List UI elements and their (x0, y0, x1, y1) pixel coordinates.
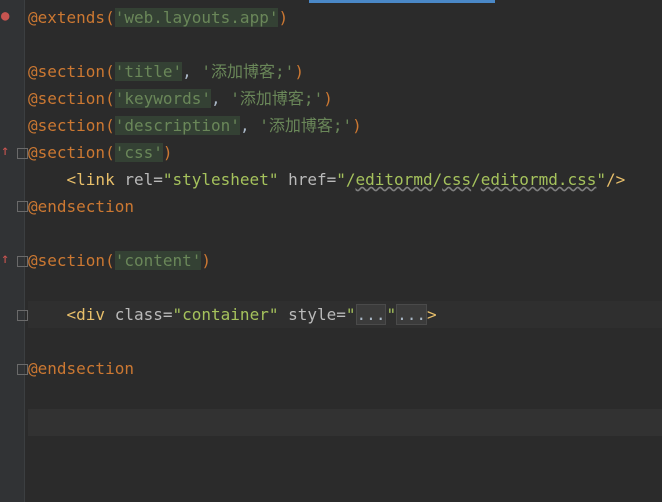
code-token: href= (278, 170, 337, 189)
up-arrow-icon[interactable]: ↑ (1, 144, 9, 158)
fold-collapse-icon[interactable] (17, 148, 28, 159)
code-token: / (432, 170, 443, 189)
code-token: , (239, 116, 260, 135)
code-token: ) (278, 8, 289, 27)
code-token: <link (66, 170, 125, 189)
code-line[interactable]: @section('keywords', '添加博客;') (28, 85, 662, 112)
code-token: editormd.css (480, 170, 597, 189)
code-token: 'description' (114, 116, 240, 135)
code-line[interactable] (28, 382, 662, 409)
code-token: @endsection (28, 359, 134, 378)
code-token: ) (352, 116, 362, 135)
code-token: "/ (336, 170, 356, 189)
code-line[interactable]: @section('content') (28, 247, 662, 274)
code-token: / (471, 170, 481, 189)
code-token: @extends( (28, 8, 115, 27)
code-token: <div (66, 305, 115, 324)
code-token: ) (294, 62, 304, 81)
code-token: 'keywords' (114, 89, 212, 108)
code-line[interactable]: @endsection (28, 355, 662, 382)
code-token: @section( (28, 143, 115, 162)
code-token: , (211, 89, 231, 108)
code-token: style= (278, 305, 346, 324)
code-token: 'title' (114, 62, 183, 81)
code-line[interactable] (28, 328, 662, 355)
code-line[interactable]: @section('title', '添加博客;') (28, 58, 662, 85)
code-line[interactable]: <link rel="stylesheet" href="/editormd/c… (28, 166, 662, 193)
code-token: class= (114, 305, 173, 324)
code-line[interactable] (28, 409, 662, 436)
code-token: @section( (28, 116, 115, 135)
code-token: 'content' (114, 251, 202, 270)
code-token[interactable]: ... (355, 304, 387, 325)
code-line[interactable]: @section('description', '添加博客;') (28, 112, 662, 139)
code-line[interactable]: @extends('web.layouts.app') (28, 4, 662, 31)
fold-collapse-icon[interactable] (17, 256, 28, 267)
code-token: , (182, 62, 202, 81)
code-token[interactable]: ... (396, 304, 427, 325)
code-token: @section( (28, 89, 115, 108)
code-token: @section( (28, 251, 115, 270)
breakpoint-dot-icon[interactable]: ● (1, 9, 9, 23)
code-token: ) (201, 251, 212, 270)
code-token: '添加博客;' (201, 62, 295, 81)
code-token: '添加博客;' (230, 89, 324, 108)
code-token: '添加博客;' (259, 116, 353, 135)
code-token: ) (323, 89, 333, 108)
code-token: " (596, 170, 606, 189)
code-token: 'css' (114, 143, 163, 162)
code-token: css (442, 170, 472, 189)
code-token: "container" (172, 305, 279, 324)
code-token: 'web.layouts.app' (114, 8, 279, 27)
code-token: > (427, 305, 437, 324)
editor-gutter[interactable]: ● ↑ ↑ (0, 0, 28, 502)
code-token: " (386, 305, 397, 324)
code-line[interactable]: @endsection (28, 193, 662, 220)
fold-end-icon[interactable] (17, 201, 28, 212)
code-token: @endsection (28, 197, 134, 216)
code-line[interactable] (28, 31, 662, 58)
code-line[interactable]: @section('css') (28, 139, 662, 166)
code-editor[interactable]: @extends('web.layouts.app') @section('tit… (28, 0, 662, 502)
code-token: " (345, 305, 356, 324)
fold-expand-icon[interactable] (17, 310, 28, 321)
code-line[interactable] (28, 220, 662, 247)
code-line[interactable]: <div class="container" style="..."...> (28, 301, 662, 328)
code-token: /> (606, 170, 626, 189)
code-token: @section( (28, 62, 115, 81)
code-line[interactable] (28, 274, 662, 301)
up-arrow-icon[interactable]: ↑ (1, 252, 9, 266)
code-token: rel= (124, 170, 163, 189)
code-token: editormd (355, 170, 433, 189)
fold-end-icon[interactable] (17, 364, 28, 375)
code-token: "stylesheet" (162, 170, 279, 189)
code-token: ) (162, 143, 173, 162)
